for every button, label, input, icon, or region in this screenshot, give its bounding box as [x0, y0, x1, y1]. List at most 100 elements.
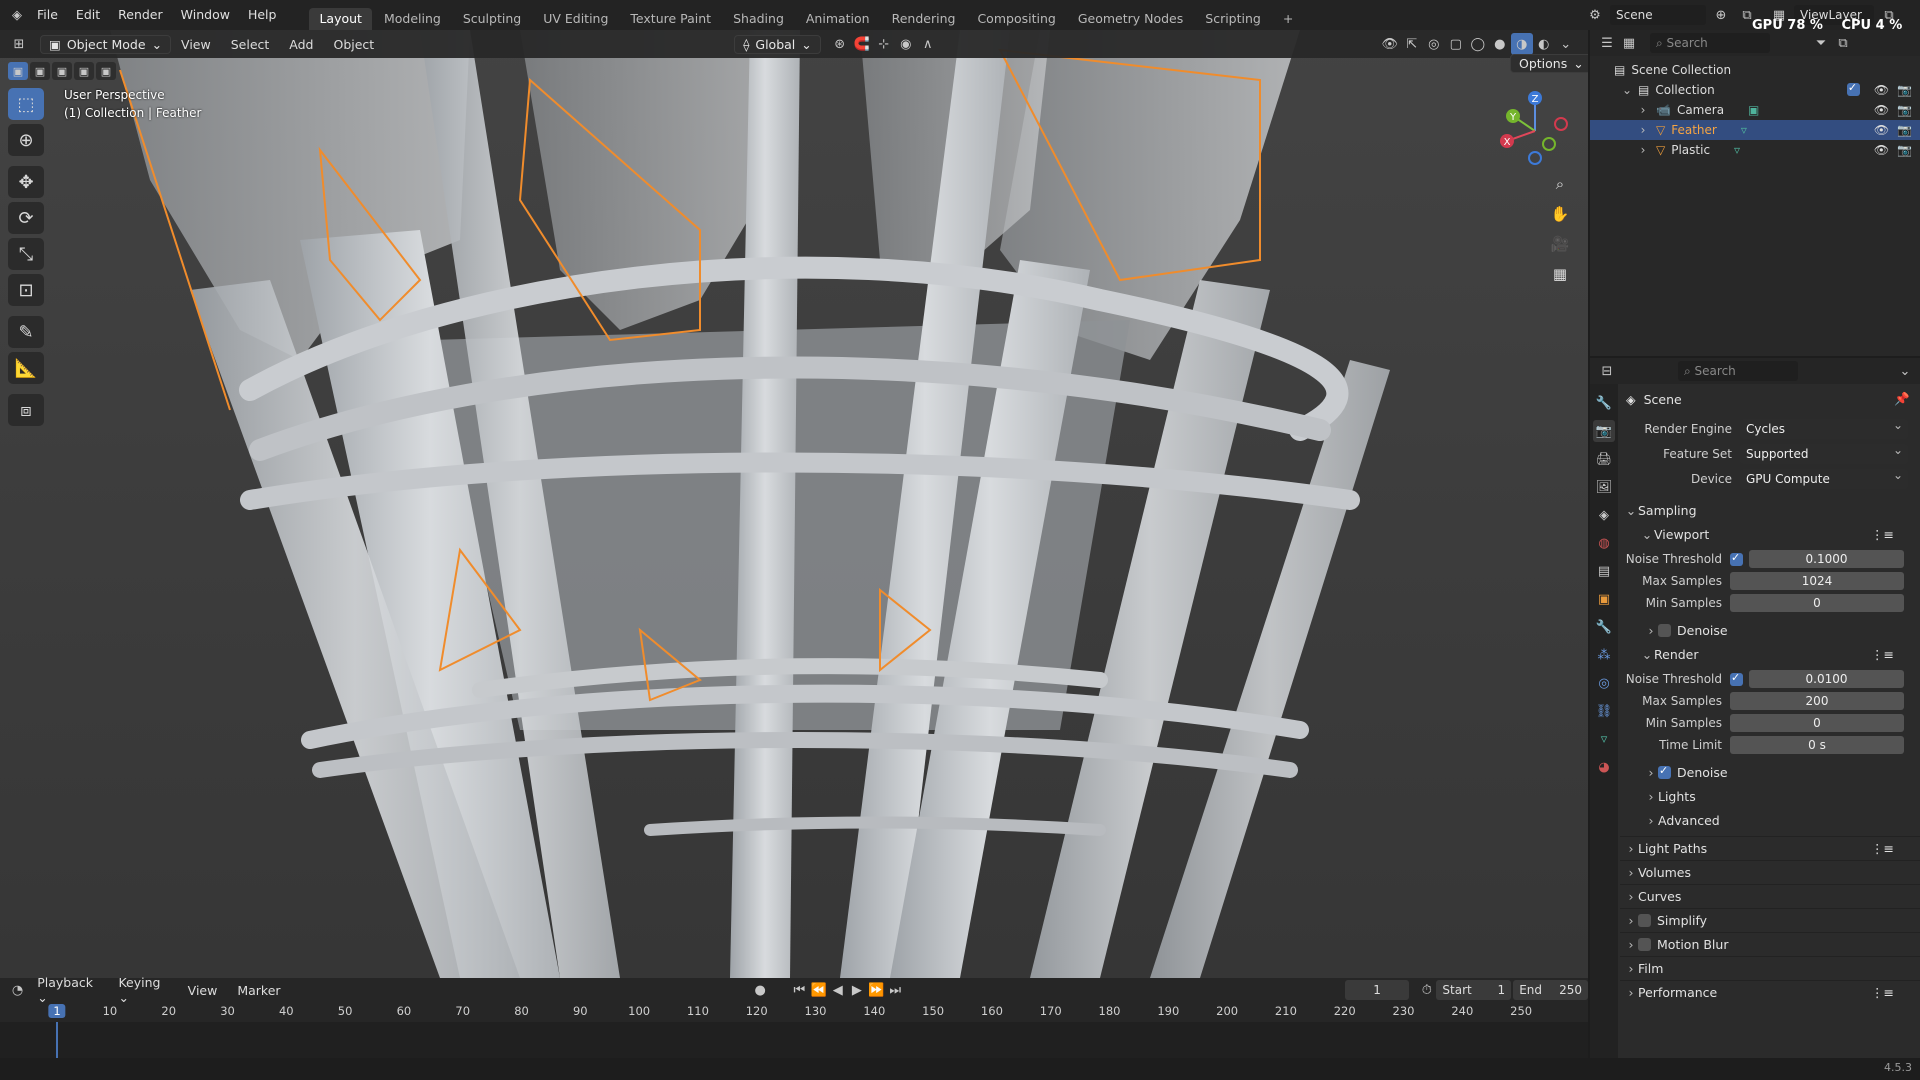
r-denoise-checkbox[interactable] [1658, 764, 1671, 779]
mesh-data-icon[interactable]: ▿ [1741, 123, 1747, 137]
3d-viewport[interactable]: ⊞ ▣ Object Mode ⌄ View Select Add Object… [0, 30, 1588, 978]
start-frame-field[interactable]: Start 1 [1436, 980, 1512, 1000]
editor-type-icon[interactable]: ⊞ [8, 33, 30, 55]
end-frame-field[interactable]: End 250 [1513, 980, 1588, 1000]
rotate-tool[interactable]: ⟳ [8, 202, 44, 234]
menu-edit[interactable]: Edit [67, 0, 109, 30]
current-frame-field[interactable]: 1 [1344, 980, 1410, 1000]
tab-rendering[interactable]: Rendering [882, 8, 966, 30]
jump-start-icon[interactable]: ⏮ [790, 979, 809, 1001]
sampling-panel-header[interactable]: ⌄ Sampling [1620, 498, 1920, 522]
timeline-editor-icon[interactable]: ◔ [8, 979, 27, 1001]
outliner-filter-mode-icon[interactable]: ▦ [1618, 32, 1640, 54]
film-panel[interactable]: › Film [1620, 956, 1920, 980]
object-tab-icon[interactable]: ▣ [1593, 588, 1615, 610]
solid-shading-icon[interactable]: ● [1489, 33, 1511, 55]
select-new-icon[interactable]: ▣ [8, 62, 28, 80]
lights-subpanel[interactable]: › Lights [1620, 784, 1920, 808]
collection-exclude-checkbox[interactable] [1846, 81, 1860, 96]
tab-modeling[interactable]: Modeling [374, 8, 451, 30]
playhead[interactable] [56, 1022, 58, 1058]
viewport-subpanel-header[interactable]: ⌄ Viewport ⋮≡ [1620, 522, 1920, 546]
data-tab-icon[interactable]: ▿ [1593, 728, 1615, 750]
vp-denoise-header[interactable]: › Denoise [1620, 618, 1920, 642]
ortho-grid-icon[interactable]: ▦ [1546, 260, 1574, 288]
properties-search[interactable]: ⌕ Search [1678, 361, 1798, 381]
r-max-field[interactable]: 200 [1730, 692, 1904, 710]
device-select[interactable]: GPU Compute [1740, 465, 1908, 489]
add-workspace-button[interactable]: + [1273, 8, 1303, 30]
preset-icon[interactable]: ⋮≡ [1871, 841, 1894, 856]
eye-icon[interactable]: 👁 [1874, 103, 1889, 117]
camera-render-icon[interactable]: 📷 [1897, 103, 1912, 117]
jump-end-icon[interactable]: ⏭ [886, 979, 905, 1001]
options-button[interactable]: Options ⌄ [1510, 54, 1588, 73]
constraints-tab-icon[interactable]: ⛓ [1593, 700, 1615, 722]
tab-uv-editing[interactable]: UV Editing [533, 8, 618, 30]
menu-object[interactable]: Object [323, 37, 384, 52]
annotate-tool[interactable]: ✎ [8, 316, 44, 348]
preset-icon[interactable]: ⋮≡ [1871, 647, 1894, 662]
scale-tool[interactable]: ⤡ [8, 238, 44, 270]
measure-tool[interactable]: 📐 [8, 352, 44, 384]
vp-min-field[interactable]: 0 [1730, 594, 1904, 612]
proportional-edit-icon[interactable]: ◉ [895, 33, 917, 55]
cursor-tool[interactable]: ⊕ [8, 124, 44, 156]
light-paths-panel[interactable]: › Light Paths ⋮≡ [1620, 836, 1920, 860]
advanced-subpanel[interactable]: › Advanced [1620, 808, 1920, 832]
tab-geometry-nodes[interactable]: Geometry Nodes [1068, 8, 1193, 30]
auto-key-icon[interactable]: ● [751, 979, 770, 1001]
pan-hand-icon[interactable]: ✋ [1546, 200, 1574, 228]
outliner-search[interactable]: ⌕ Search [1650, 33, 1770, 53]
pivot-icon[interactable]: ⊛ [829, 33, 851, 55]
chevron-down-icon[interactable]: ⌄ [1620, 83, 1634, 97]
vp-max-field[interactable]: 1024 [1730, 572, 1904, 590]
scene-icon[interactable]: ⚙ [1584, 4, 1606, 26]
play-reverse-icon[interactable]: ◀ [828, 979, 847, 1001]
snap-icon[interactable]: 🧲 [851, 33, 873, 55]
menu-playback[interactable]: Playback ⌄ [27, 975, 108, 1005]
physics-tab-icon[interactable]: ◎ [1593, 672, 1615, 694]
select-intersect-icon[interactable]: ▣ [96, 62, 116, 80]
menu-window[interactable]: Window [172, 0, 239, 30]
output-tab-icon[interactable]: 🖨 [1593, 448, 1615, 470]
render-tab-icon[interactable]: 📷 [1593, 420, 1615, 442]
menu-render[interactable]: Render [109, 0, 172, 30]
chevron-right-icon[interactable]: › [1636, 123, 1650, 137]
simplify-checkbox[interactable] [1638, 914, 1651, 927]
chevron-down-icon[interactable]: ⌄ [1894, 360, 1916, 382]
menu-file[interactable]: File [28, 0, 67, 30]
falloff-icon[interactable]: ∧ [917, 33, 939, 55]
frame-ruler[interactable]: 1 10 20 30 40 50 60 70 80 90 100 110 120 130 140 150 160… [0, 1002, 1588, 1022]
material-tab-icon[interactable]: ◕ [1593, 756, 1615, 778]
camera-render-icon[interactable]: 📷 [1897, 123, 1912, 137]
zoom-icon[interactable]: ⌕ [1546, 170, 1574, 198]
outliner-item-feather[interactable]: › ▽ Feather ▿ 👁 📷 [1590, 120, 1920, 140]
select-box-tool[interactable]: ⬚ [8, 88, 44, 120]
snap-target-icon[interactable]: ⊹ [873, 33, 895, 55]
gizmo-toggle-icon[interactable]: ⇱ [1401, 33, 1423, 55]
eye-icon[interactable]: 👁 [1874, 123, 1889, 137]
tool-tab-icon[interactable]: 🔧 [1593, 392, 1615, 414]
tab-texture-paint[interactable]: Texture Paint [620, 8, 721, 30]
prev-keyframe-icon[interactable]: ⏪ [809, 979, 828, 1001]
menu-add[interactable]: Add [279, 37, 323, 52]
add-cube-tool[interactable]: ⧈ [8, 394, 44, 426]
collection-row[interactable]: ⌄ ▤ Collection 👁 📷 [1590, 80, 1920, 100]
mode-dropdown[interactable]: ▣ Object Mode ⌄ [40, 34, 172, 54]
performance-panel[interactable]: › Performance ⋮≡ [1620, 980, 1920, 1004]
tab-layout[interactable]: Layout [309, 8, 372, 30]
modifier-tab-icon[interactable]: 🔧 [1593, 616, 1615, 638]
scene-field[interactable]: Scene [1610, 5, 1706, 25]
menu-view[interactable]: View [171, 37, 221, 52]
scene-tab-icon[interactable]: ◈ [1593, 504, 1615, 526]
new-collection-icon[interactable]: ⧉ [1832, 32, 1854, 54]
eye-icon[interactable]: 👁 [1874, 143, 1889, 157]
camera-render-icon[interactable]: 📷 [1897, 83, 1912, 97]
navigation-gizmo[interactable]: Z Y X [1495, 86, 1575, 166]
particles-tab-icon[interactable]: ⁂ [1593, 644, 1615, 666]
select-invert-icon[interactable]: ▣ [74, 62, 94, 80]
stopwatch-icon[interactable]: ⏱ [1417, 979, 1436, 1001]
play-icon[interactable]: ▶ [847, 979, 866, 1001]
tab-sculpting[interactable]: Sculpting [453, 8, 531, 30]
